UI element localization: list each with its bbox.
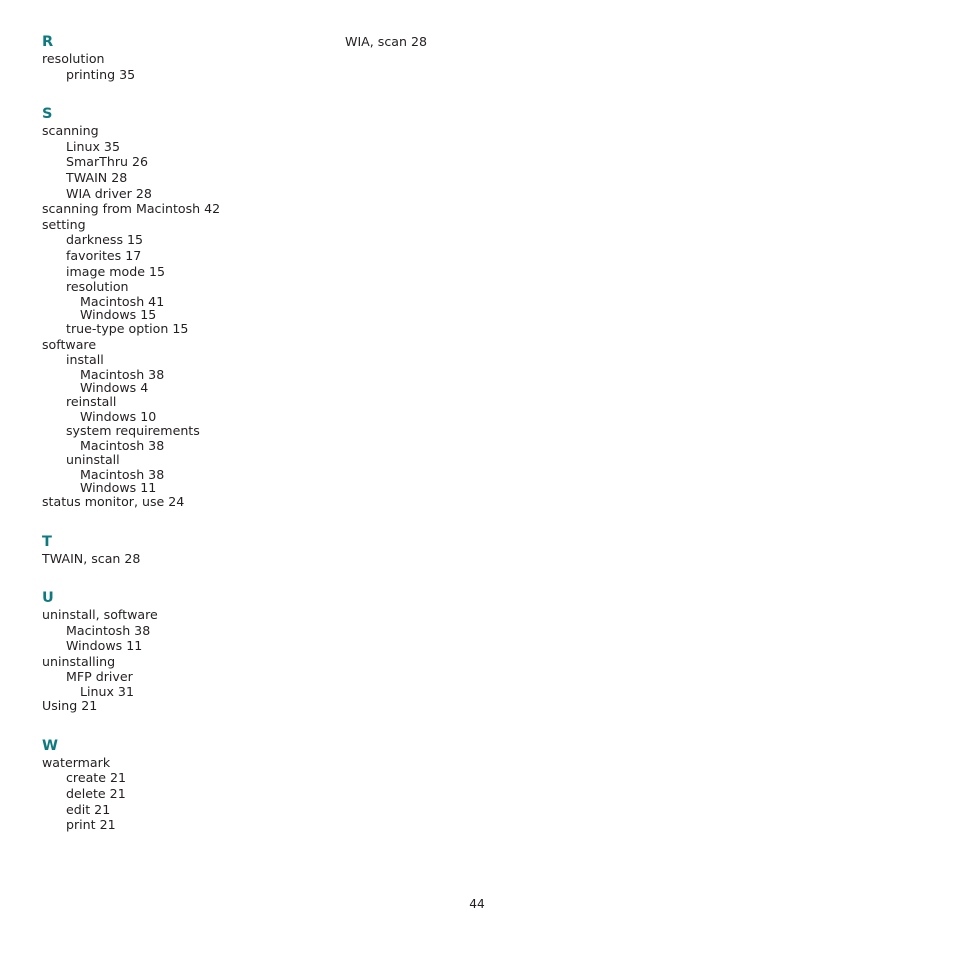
index-entry: create 21 (66, 770, 127, 786)
index-entry: MFP driver (66, 669, 133, 685)
index-entry: Macintosh 41 (80, 293, 165, 309)
index-entry: WIA driver 28 (66, 185, 152, 201)
index-letter-group: WIA, scan 28 (345, 34, 625, 50)
index-entry: Macintosh 38 (80, 437, 165, 453)
index-entry: Macintosh 38 (80, 466, 165, 482)
index-entry: image mode 15 (66, 263, 165, 279)
index-entry: status monitor, use 24 (42, 493, 185, 509)
index-entry: install (66, 352, 104, 368)
index-column-left: Rresolution printing 35 Sscanning Linux 35 S… (42, 34, 322, 833)
index-entry: WIA, scan 28 (345, 34, 428, 49)
index-entry: Macintosh 38 (66, 622, 151, 638)
index-entry: uninstalling (42, 653, 116, 669)
index-entry: print 21 (66, 817, 116, 833)
index-entry-list: uninstall, software Macintosh 38 Windows 1… (42, 607, 322, 714)
index-letter-group: Uuninstall, software Macintosh 38 Windows … (42, 590, 322, 714)
index-letter-group: T TWAIN, scan 28 (42, 534, 322, 567)
index-letter-heading: W (42, 737, 59, 754)
index-entry: true-type option 15 (66, 321, 189, 337)
index-entry: TWAIN, scan 28 (42, 550, 141, 566)
index-entry: Linux 31 (80, 684, 134, 700)
index-entry: Windows 11 (66, 638, 143, 654)
page-number: 44 (469, 897, 485, 911)
index-entry-list: scanning Linux 35 SmarThru 26 TWAIN 28 WIA d… (42, 123, 322, 509)
index-entry: resolution (66, 279, 129, 295)
index-entry: software (42, 336, 97, 352)
index-entry: resolution (42, 51, 105, 66)
index-entry: system requirements (66, 423, 200, 439)
index-entry: reinstall (66, 394, 117, 410)
index-entry: Windows 4 (80, 380, 149, 396)
index-column-right: WIA, scan 28 (345, 34, 625, 50)
index-entry: favorites 17 (66, 247, 142, 263)
index-letter-group: Rresolution printing 35 (42, 34, 322, 82)
index-entry: Linux 35 (66, 138, 120, 154)
index-letter-group: Wwatermark create 21 delete 21 edit 21 print… (42, 738, 322, 833)
index-entry: watermark (42, 754, 111, 770)
index-entry: delete 21 (66, 786, 126, 802)
index-entry: uninstall (66, 451, 120, 467)
index-entry: scanning (42, 123, 99, 139)
document-page: Rresolution printing 35 Sscanning Linux 35 S… (0, 0, 954, 954)
index-entry: Using 21 (42, 698, 98, 714)
index-entry: SmarThru 26 (66, 154, 149, 170)
index-letter-heading: R (42, 34, 54, 50)
index-entry: Windows 15 (80, 306, 157, 322)
index-entry: edit 21 (66, 801, 111, 817)
index-letter-heading: U (42, 590, 54, 607)
index-entry: uninstall, software (42, 607, 158, 623)
index-entry: scanning from Macintosh 42 (42, 201, 221, 217)
index-letter-heading: T (42, 533, 53, 550)
index-entry-list: resolution printing 35 (42, 51, 322, 82)
index-entry: TWAIN 28 (66, 169, 128, 185)
index-entry-list: watermark create 21 delete 21 edit 21 print … (42, 755, 322, 833)
index-entry-list: TWAIN, scan 28 (42, 551, 322, 567)
index-entry-list: WIA, scan 28 (345, 34, 625, 50)
index-entry: printing 35 (66, 66, 136, 82)
index-entry: Windows 10 (80, 408, 157, 424)
index-entry: darkness 15 (66, 232, 144, 248)
index-letter-heading: S (42, 106, 53, 123)
index-entry: Windows 11 (80, 479, 157, 495)
index-letter-group: Sscanning Linux 35 SmarThru 26 TWAIN 28 WIA … (42, 106, 322, 509)
index-entry: setting (42, 216, 86, 232)
